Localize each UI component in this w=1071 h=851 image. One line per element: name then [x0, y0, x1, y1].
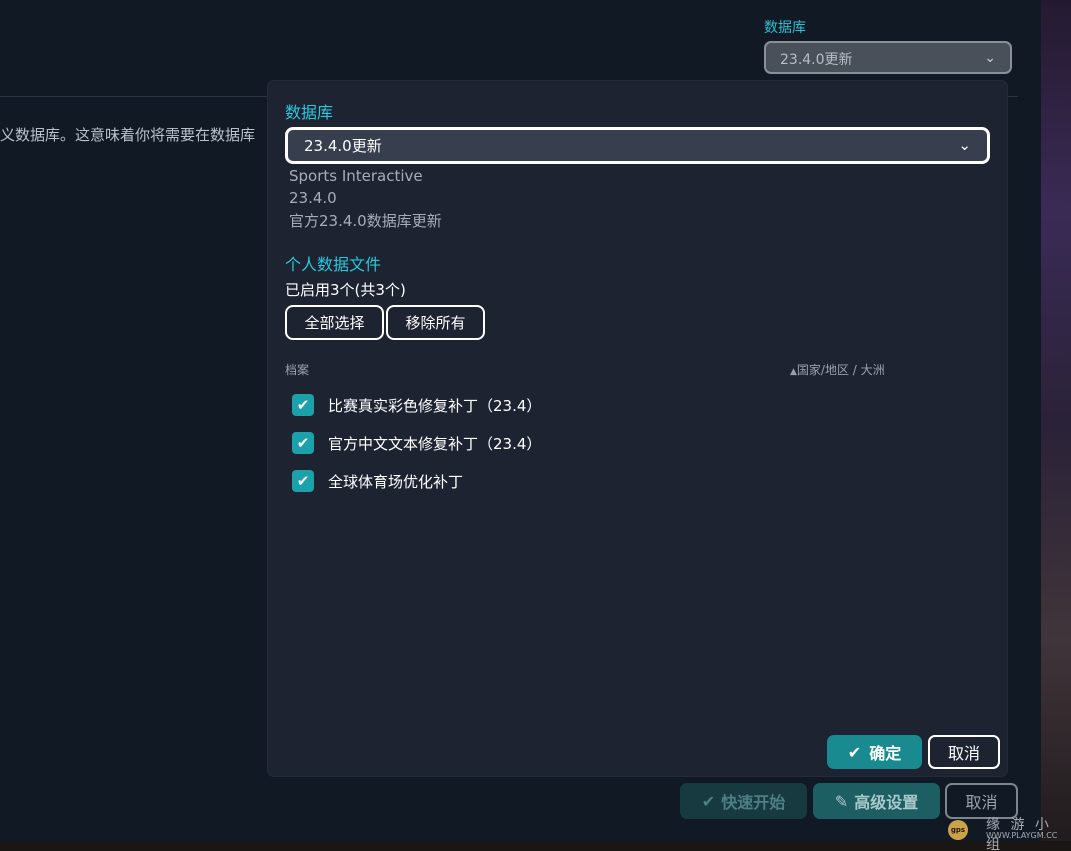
quick-start-button[interactable]: ✔ 快速开始	[680, 783, 807, 819]
pencil-icon: ✎	[834, 791, 849, 811]
list-item[interactable]: ✔ 官方中文文本修复补丁（23.4）	[292, 431, 541, 455]
database-label: 数据库	[285, 103, 334, 122]
personal-files-label: 个人数据文件	[285, 255, 382, 274]
database-version: 23.4.0	[289, 189, 337, 207]
list-item-label: 比赛真实彩色修复补丁（23.4）	[328, 396, 542, 415]
advanced-settings-button[interactable]: ✎ 高级设置	[813, 783, 940, 819]
list-item-label: 官方中文文本修复补丁（23.4）	[328, 434, 542, 453]
database-author: Sports Interactive	[289, 167, 423, 185]
confirm-label: 确定	[869, 744, 902, 763]
background-artwork	[1041, 0, 1071, 851]
bottom-strip	[0, 841, 1071, 851]
background-database-label: 数据库	[764, 20, 806, 36]
confirm-button[interactable]: ✔ 确定	[827, 735, 922, 769]
list-item-label: 全球体育场优化补丁	[328, 472, 464, 491]
list-item[interactable]: ✔ 全球体育场优化补丁	[292, 469, 463, 493]
watermark-url: WWW.PLAYGM.CC	[986, 831, 1058, 840]
check-icon: ✔	[701, 791, 716, 811]
sort-up-icon: ▲	[790, 367, 797, 377]
background-database-select[interactable]: 23.4.0更新 ⌄	[764, 41, 1012, 74]
database-modal: 数据库 23.4.0更新 ⌄ Sports Interactive 23.4.0…	[268, 81, 1007, 776]
checkmark-icon: ✔	[296, 434, 310, 452]
column-header-country-label: 国家/地区 / 大洲	[796, 363, 885, 377]
advanced-settings-label: 高级设置	[854, 793, 919, 812]
checkmark-icon: ✔	[296, 472, 310, 490]
check-icon: ✔	[847, 742, 862, 762]
select-all-button[interactable]: 全部选择	[285, 305, 384, 340]
remove-all-button[interactable]: 移除所有	[386, 305, 485, 340]
enabled-count: 已启用3个(共3个)	[285, 281, 406, 299]
checkbox-checked[interactable]: ✔	[292, 470, 314, 492]
chevron-down-icon: ⌄	[958, 136, 971, 154]
watermark: gps 缘 游 小 组 WWW.PLAYGM.CC	[948, 812, 1068, 851]
chevron-down-icon: ⌄	[984, 50, 996, 66]
column-header-country[interactable]: ▲国家/地区 / 大洲	[790, 361, 885, 378]
cancel-button[interactable]: 取消	[928, 735, 1000, 769]
background-database-value: 23.4.0更新	[780, 52, 853, 68]
quick-start-label: 快速开始	[721, 793, 786, 812]
checkbox-checked[interactable]: ✔	[292, 394, 314, 416]
database-description: 官方23.4.0数据库更新	[289, 212, 442, 230]
background-description: 义数据库。这意味着你将需要在数据库	[0, 126, 256, 144]
list-item[interactable]: ✔ 比赛真实彩色修复补丁（23.4）	[292, 393, 541, 417]
watermark-logo: gps	[948, 820, 968, 840]
database-select-value: 23.4.0更新	[304, 137, 382, 155]
column-header-archive[interactable]: 档案	[285, 361, 309, 378]
checkmark-icon: ✔	[296, 396, 310, 414]
checkbox-checked[interactable]: ✔	[292, 432, 314, 454]
database-select[interactable]: 23.4.0更新 ⌄	[285, 127, 990, 164]
